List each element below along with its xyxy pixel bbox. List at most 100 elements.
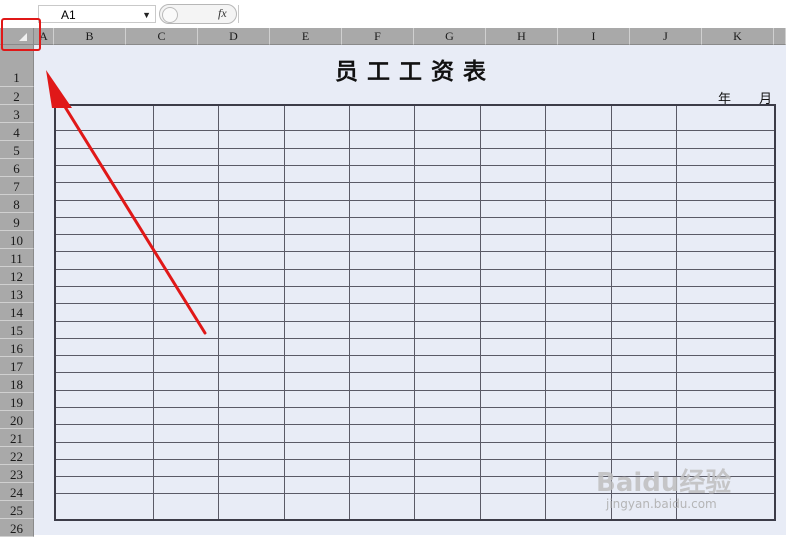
table-cell[interactable] (676, 182, 776, 201)
row-header-22[interactable]: 22 (0, 447, 34, 465)
table-cell[interactable] (283, 147, 351, 167)
table-cell[interactable] (152, 406, 220, 426)
table-cell[interactable] (479, 199, 547, 218)
table-cell[interactable] (545, 268, 612, 287)
table-cell[interactable] (218, 164, 285, 184)
table-cell[interactable] (283, 441, 351, 460)
table-cell[interactable] (349, 441, 416, 460)
table-cell[interactable] (152, 182, 220, 201)
table-cell[interactable] (676, 268, 776, 287)
table-cell[interactable] (152, 285, 220, 305)
table-cell[interactable] (152, 130, 220, 149)
column-header-c[interactable]: C (126, 28, 198, 45)
table-cell[interactable] (610, 424, 678, 443)
table-cell[interactable] (283, 493, 351, 521)
table-cell[interactable] (676, 285, 776, 305)
table-cell[interactable] (479, 182, 547, 201)
table-cell[interactable] (283, 268, 351, 287)
table-cell[interactable] (349, 164, 416, 184)
table-cell[interactable] (610, 389, 678, 408)
table-cell[interactable] (414, 104, 481, 132)
row-header-13[interactable]: 13 (0, 285, 34, 303)
table-cell[interactable] (349, 372, 416, 391)
table-cell[interactable] (349, 147, 416, 167)
table-cell[interactable] (152, 251, 220, 270)
table-cell[interactable] (283, 130, 351, 149)
table-cell[interactable] (349, 458, 416, 478)
table-cell[interactable] (283, 337, 351, 357)
table-cell[interactable] (54, 355, 154, 374)
row-header-16[interactable]: 16 (0, 339, 34, 357)
table-cell[interactable] (479, 441, 547, 460)
table-cell[interactable] (54, 458, 154, 478)
table-cell[interactable] (610, 104, 678, 132)
table-cell[interactable] (152, 493, 220, 521)
table-cell[interactable] (283, 355, 351, 374)
table-cell[interactable] (349, 303, 416, 322)
table-cell[interactable] (545, 216, 612, 236)
table-cell[interactable] (54, 182, 154, 201)
table-cell[interactable] (610, 234, 678, 253)
table-cell[interactable] (479, 406, 547, 426)
table-cell[interactable] (283, 164, 351, 184)
table-cell[interactable] (676, 355, 776, 374)
table-cell[interactable] (218, 406, 285, 426)
table-cell[interactable] (414, 476, 481, 495)
table-cell[interactable] (676, 130, 776, 149)
table-cell[interactable] (545, 337, 612, 357)
table-cell[interactable] (54, 234, 154, 253)
table-cell[interactable] (152, 234, 220, 253)
table-cell[interactable] (218, 182, 285, 201)
table-cell[interactable] (283, 303, 351, 322)
table-cell[interactable] (54, 476, 154, 495)
row-header-21[interactable]: 21 (0, 429, 34, 447)
table-cell[interactable] (218, 493, 285, 521)
table-cell[interactable] (479, 303, 547, 322)
table-cell[interactable] (414, 355, 481, 374)
table-cell[interactable] (414, 164, 481, 184)
table-cell[interactable] (610, 320, 678, 339)
row-header-19[interactable]: 19 (0, 393, 34, 411)
table-cell[interactable] (218, 458, 285, 478)
table-cell[interactable] (545, 355, 612, 374)
table-cell[interactable] (676, 389, 776, 408)
table-cell[interactable] (218, 104, 285, 132)
table-cell[interactable] (283, 389, 351, 408)
table-cell[interactable] (479, 424, 547, 443)
table-cell[interactable] (349, 285, 416, 305)
column-header-i[interactable]: I (558, 28, 630, 45)
row-header-23[interactable]: 23 (0, 465, 34, 483)
table-cell[interactable] (54, 199, 154, 218)
table-cell[interactable] (218, 130, 285, 149)
table-cell[interactable] (54, 337, 154, 357)
table-cell[interactable] (545, 441, 612, 460)
table-cell[interactable] (218, 216, 285, 236)
table-cell[interactable] (545, 303, 612, 322)
table-cell[interactable] (676, 216, 776, 236)
row-header-4[interactable]: 4 (0, 123, 34, 141)
table-cell[interactable] (676, 441, 776, 460)
table-cell[interactable] (218, 268, 285, 287)
table-cell[interactable] (479, 337, 547, 357)
row-header-8[interactable]: 8 (0, 195, 34, 213)
table-cell[interactable] (152, 441, 220, 460)
column-header-k[interactable]: K (702, 28, 774, 45)
table-cell[interactable] (676, 303, 776, 322)
table-cell[interactable] (349, 268, 416, 287)
table-cell[interactable] (218, 441, 285, 460)
table-cell[interactable] (283, 476, 351, 495)
table-cell[interactable] (218, 234, 285, 253)
table-cell[interactable] (676, 234, 776, 253)
table-cell[interactable] (218, 476, 285, 495)
table-cell[interactable] (610, 182, 678, 201)
table-cell[interactable] (545, 424, 612, 443)
table-cell[interactable] (479, 458, 547, 478)
table-cell[interactable] (479, 104, 547, 132)
table-cell[interactable] (479, 355, 547, 374)
table-cell[interactable] (545, 320, 612, 339)
table-cell[interactable] (414, 424, 481, 443)
table-cell[interactable] (349, 251, 416, 270)
table-cell[interactable] (54, 147, 154, 167)
table-cell[interactable] (414, 199, 481, 218)
table-cell[interactable] (349, 337, 416, 357)
